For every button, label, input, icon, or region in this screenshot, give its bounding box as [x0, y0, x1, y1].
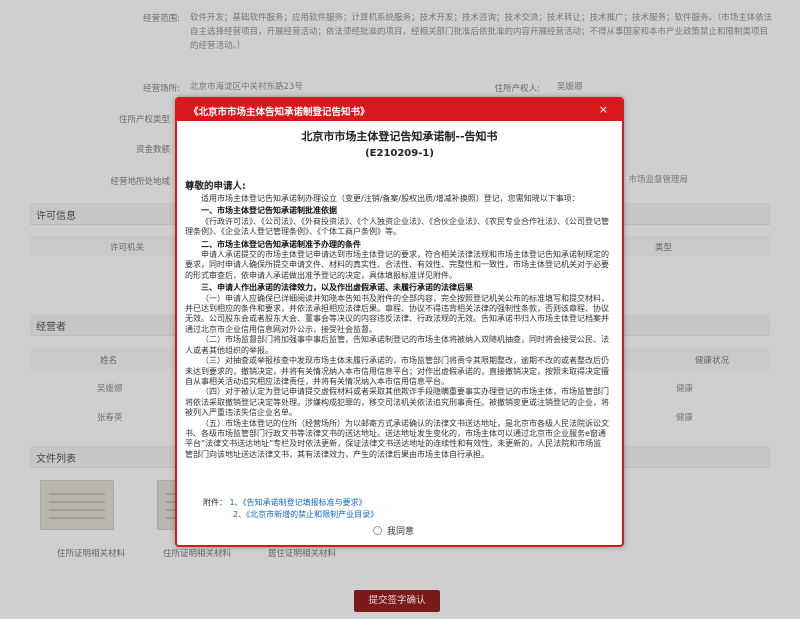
submit-sign-button[interactable]: 提交签字确认 [354, 590, 440, 612]
capital-label: 资金数额 [135, 145, 170, 155]
files-section-title: 文件列表 [36, 454, 76, 465]
attachment-link-2[interactable]: 2、《北京市新增的禁止和限制产业目录》 [233, 510, 378, 519]
close-icon[interactable]: × [599, 103, 608, 116]
section-3-para: （三）对抽查或举报核查中发现市场主体未履行承诺的，市场监管部门将责令其限期整改，… [185, 356, 609, 386]
file-caption: 住所证明相关材料 [163, 549, 232, 559]
license-col-authority: 许可机关 [110, 243, 145, 253]
operator-name: 张春英 [97, 413, 123, 423]
operator-col-health: 健康状况 [695, 356, 730, 366]
operator-health: 健康 [676, 384, 694, 394]
section-1-title: 一、市场主体登记告知承诺制批准依据 [201, 206, 337, 216]
file-caption: 住所证明相关材料 [57, 549, 126, 559]
address-value: 北京市海淀区中关村东路23号 [190, 82, 303, 92]
agree-radio[interactable] [373, 526, 382, 535]
region-label: 经营地所处地域 [110, 177, 170, 187]
section-3-para: （四）对于被认定为登记申请提交虚假材料或者采取其他欺诈手段隐瞒重要事实办理登记的… [185, 387, 609, 418]
section-2-title: 二、市场主体登记告知承诺制准予办理的条件 [201, 239, 361, 249]
scope-text: 软件开发；基础软件服务；应用软件服务；计算机系统服务；技术开发；技术咨询；技术交… [190, 13, 773, 51]
notice-modal: 《北京市市场主体告知承诺制登记告知书》 × 北京市市场主体登记告知承诺制--告知… [175, 97, 624, 547]
section-1-text: 《行政许可法》、《公司法》、《外商投资法》、《个人独资企业法》、《合伙企业法》、… [185, 216, 609, 237]
doc-code: (E210209-1) [365, 148, 434, 159]
license-section-title: 许可信息 [36, 211, 76, 222]
region-value: 海淀区市场监督管理局 [628, 175, 688, 185]
license-col-type: 类型 [655, 243, 673, 253]
doc-title: 北京市市场主体登记告知承诺制--告知书 [301, 130, 498, 143]
file-caption: 居住证明相关材料 [268, 549, 337, 559]
greeting: 尊敬的申请人: [185, 181, 246, 192]
operator-health: 健康 [676, 413, 694, 423]
agree-option[interactable]: 我同意 [373, 524, 414, 537]
attachment-link-1[interactable]: 1、《告知承诺制登记填报标准与要求》 [230, 498, 367, 507]
section-2-text: 申请人承诺提交的市场主体登记申请达到市场主体登记的要求，符合相关法律法规和市场主… [185, 250, 609, 280]
attach-prefix: 附件： [203, 498, 227, 507]
agree-label: 我同意 [387, 527, 415, 537]
operator-col-name: 姓名 [100, 356, 118, 366]
attachments-2: 2、《北京市新增的禁止和限制产业目录》 [233, 509, 533, 520]
section-3-para: （五）市场主体登记的住所（经营场所）为以邮寄方式承诺确认的法律文书送达地址，是北… [185, 418, 609, 459]
file-thumbnail[interactable] [40, 480, 114, 530]
modal-title: 《北京市市场主体告知承诺制登记告知书》 [189, 107, 370, 118]
section-3-para: （二）市场监督部门将加强事中事后监管，告知承诺制登记的市场主体将被纳入双随机抽查… [185, 335, 609, 355]
owner-label: 住所产权人: [494, 84, 540, 94]
notice-body: 适用市场主体登记告知承诺制办理设立（变更/注销/备案/股权出质/增减补换照）登记… [185, 194, 609, 460]
operator-section-title: 经营者 [36, 322, 66, 333]
scope-label: 经营范围: [143, 14, 180, 24]
address-label: 经营场所: [143, 84, 180, 94]
operator-name: 吴媛娜 [97, 384, 123, 394]
owner-value: 吴媛娜 [557, 82, 583, 92]
section-3-title: 三、申请人作出承诺的法律效力，以及作出虚假承诺、未履行承诺的法律后果 [201, 283, 473, 293]
intro-text: 适用市场主体登记告知承诺制办理设立（变更/注销/备案/股权出质/增减补换照）登记… [201, 194, 580, 203]
modal-header: 《北京市市场主体告知承诺制登记告知书》 × [177, 99, 622, 121]
attachments: 附件： 1、《告知承诺制登记填报标准与要求》 [203, 497, 503, 508]
section-3-para: （一）申请人应确保已详细阅读并知晓本告知书及附件的全部内容，完全按照登记机关公布… [185, 293, 609, 334]
property-type-label: 住所产权类型 [118, 115, 170, 125]
